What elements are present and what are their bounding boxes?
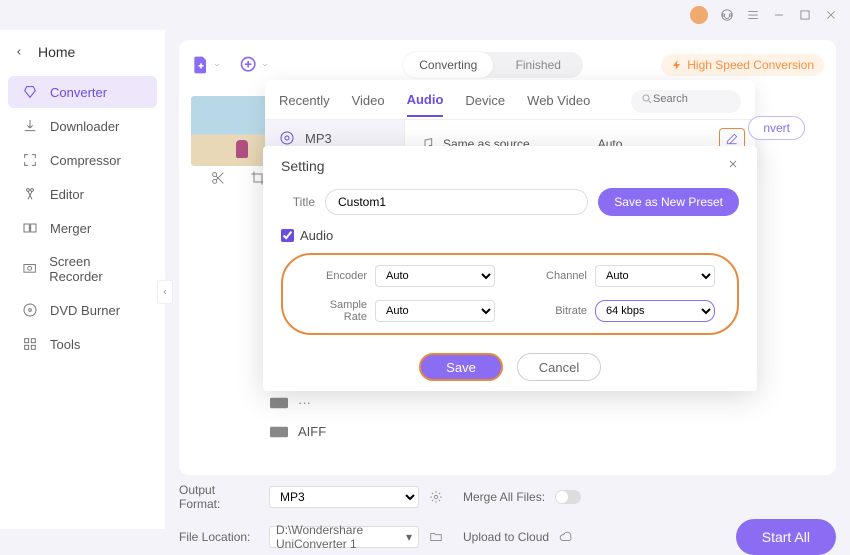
home-label: Home	[38, 44, 75, 60]
bitrate-select[interactable]: 64 kbps	[595, 300, 715, 322]
sidebar-item-merger[interactable]: Merger	[8, 212, 157, 244]
file-location-row: File Location: D:\Wondershare UniConvert…	[179, 519, 836, 555]
cancel-button[interactable]: Cancel	[517, 353, 601, 381]
bitrate-label: Bitrate	[525, 305, 587, 317]
mp3-icon	[279, 130, 295, 146]
add-url-button[interactable]	[239, 55, 269, 75]
sidebar-item-editor[interactable]: Editor	[8, 178, 157, 210]
fp-tab-video[interactable]: Video	[352, 93, 385, 116]
start-all-button[interactable]: Start All	[736, 519, 836, 555]
search-icon	[641, 93, 653, 105]
folder-icon[interactable]	[429, 530, 443, 544]
sidebar-item-label: Tools	[50, 337, 80, 352]
chevron-left-icon	[14, 47, 24, 57]
sidebar-item-label: Editor	[50, 187, 84, 202]
setting-dialog: Setting Title Save as New Preset Audio E…	[263, 146, 757, 391]
save-preset-button[interactable]: Save as New Preset	[598, 188, 739, 216]
sidebar: Home Converter Downloader Compressor Edi…	[0, 30, 165, 529]
file-location-select[interactable]: D:\Wondershare UniConverter 1▾	[269, 526, 419, 548]
converter-icon	[22, 84, 38, 100]
sidebar-item-label: Merger	[50, 221, 91, 236]
samplerate-label: Sample Rate	[305, 299, 367, 323]
convert-button-partial[interactable]: nvert	[748, 116, 805, 140]
fp-tab-webvideo[interactable]: Web Video	[527, 93, 590, 116]
add-file-button[interactable]	[191, 55, 221, 75]
sidebar-item-label: DVD Burner	[50, 303, 120, 318]
high-speed-badge[interactable]: High Speed Conversion	[661, 54, 824, 76]
output-format-row: Output Format: MP3 Merge All Files:	[179, 483, 836, 511]
search-input[interactable]	[653, 93, 723, 105]
sidebar-item-dvd-burner[interactable]: DVD Burner	[8, 294, 157, 326]
fp-tab-recently[interactable]: Recently	[279, 93, 330, 116]
close-icon[interactable]	[824, 8, 838, 22]
format-aac-partial[interactable]: ···	[270, 395, 326, 410]
avatar[interactable]	[690, 6, 708, 24]
caret-down-icon	[261, 61, 269, 69]
editor-icon	[22, 186, 38, 202]
sidebar-item-converter[interactable]: Converter	[8, 76, 157, 108]
cloud-icon[interactable]	[559, 530, 573, 544]
close-dialog-icon[interactable]	[727, 158, 739, 170]
support-icon[interactable]	[720, 8, 734, 22]
fp-tab-audio[interactable]: Audio	[407, 92, 444, 117]
edit-icon	[725, 132, 739, 146]
caret-down-icon	[213, 61, 221, 69]
tab-converting[interactable]: Converting	[403, 52, 493, 78]
encoder-select[interactable]: Auto	[375, 265, 495, 287]
sidebar-item-tools[interactable]: Tools	[8, 328, 157, 360]
title-input[interactable]	[325, 189, 588, 215]
back-home[interactable]: Home	[0, 36, 165, 74]
channel-label: Channel	[525, 270, 587, 282]
fp-tab-device[interactable]: Device	[465, 93, 505, 116]
trim-icon[interactable]	[210, 170, 226, 186]
upload-label: Upload to Cloud	[463, 530, 549, 544]
format-search[interactable]	[631, 90, 741, 113]
output-format-label: Output Format:	[179, 483, 259, 511]
channel-select[interactable]: Auto	[595, 265, 715, 287]
sidebar-item-label: Compressor	[50, 153, 121, 168]
aiff-icon	[270, 425, 288, 439]
compress-icon	[22, 152, 38, 168]
sidebar-item-compressor[interactable]: Compressor	[8, 144, 157, 176]
menu-icon[interactable]	[746, 8, 760, 22]
bolt-icon	[671, 59, 683, 71]
minimize-icon[interactable]	[772, 8, 786, 22]
merger-icon	[22, 220, 38, 236]
aac-icon	[270, 396, 288, 410]
tools-icon	[22, 336, 38, 352]
output-format-select[interactable]: MP3	[269, 486, 419, 508]
format-aiff[interactable]: AIFF	[270, 424, 326, 439]
save-button[interactable]: Save	[419, 353, 503, 381]
disc-icon	[22, 302, 38, 318]
add-file-icon	[191, 55, 211, 75]
add-url-icon	[239, 55, 259, 75]
audio-settings-group: Encoder Auto Channel Auto Sample Rate Au…	[281, 253, 739, 335]
download-icon	[22, 118, 38, 134]
maximize-icon[interactable]	[798, 8, 812, 22]
sidebar-item-label: Screen Recorder	[49, 254, 143, 284]
merge-toggle[interactable]	[555, 490, 581, 504]
sidebar-item-screen-recorder[interactable]: Screen Recorder	[8, 246, 157, 292]
audio-label: Audio	[300, 228, 333, 243]
encoder-label: Encoder	[305, 270, 367, 282]
samplerate-select[interactable]: Auto	[375, 300, 495, 322]
sidebar-item-label: Converter	[50, 85, 107, 100]
settings-icon[interactable]	[429, 490, 443, 504]
dialog-title: Setting	[281, 158, 325, 174]
merge-label: Merge All Files:	[463, 490, 545, 504]
sidebar-item-downloader[interactable]: Downloader	[8, 110, 157, 142]
sidebar-item-label: Downloader	[50, 119, 119, 134]
record-icon	[22, 261, 37, 277]
tab-finished[interactable]: Finished	[493, 52, 583, 78]
title-label: Title	[281, 195, 315, 209]
audio-checkbox[interactable]	[281, 229, 294, 242]
status-segment: Converting Finished	[403, 52, 583, 78]
file-location-label: File Location:	[179, 530, 259, 544]
